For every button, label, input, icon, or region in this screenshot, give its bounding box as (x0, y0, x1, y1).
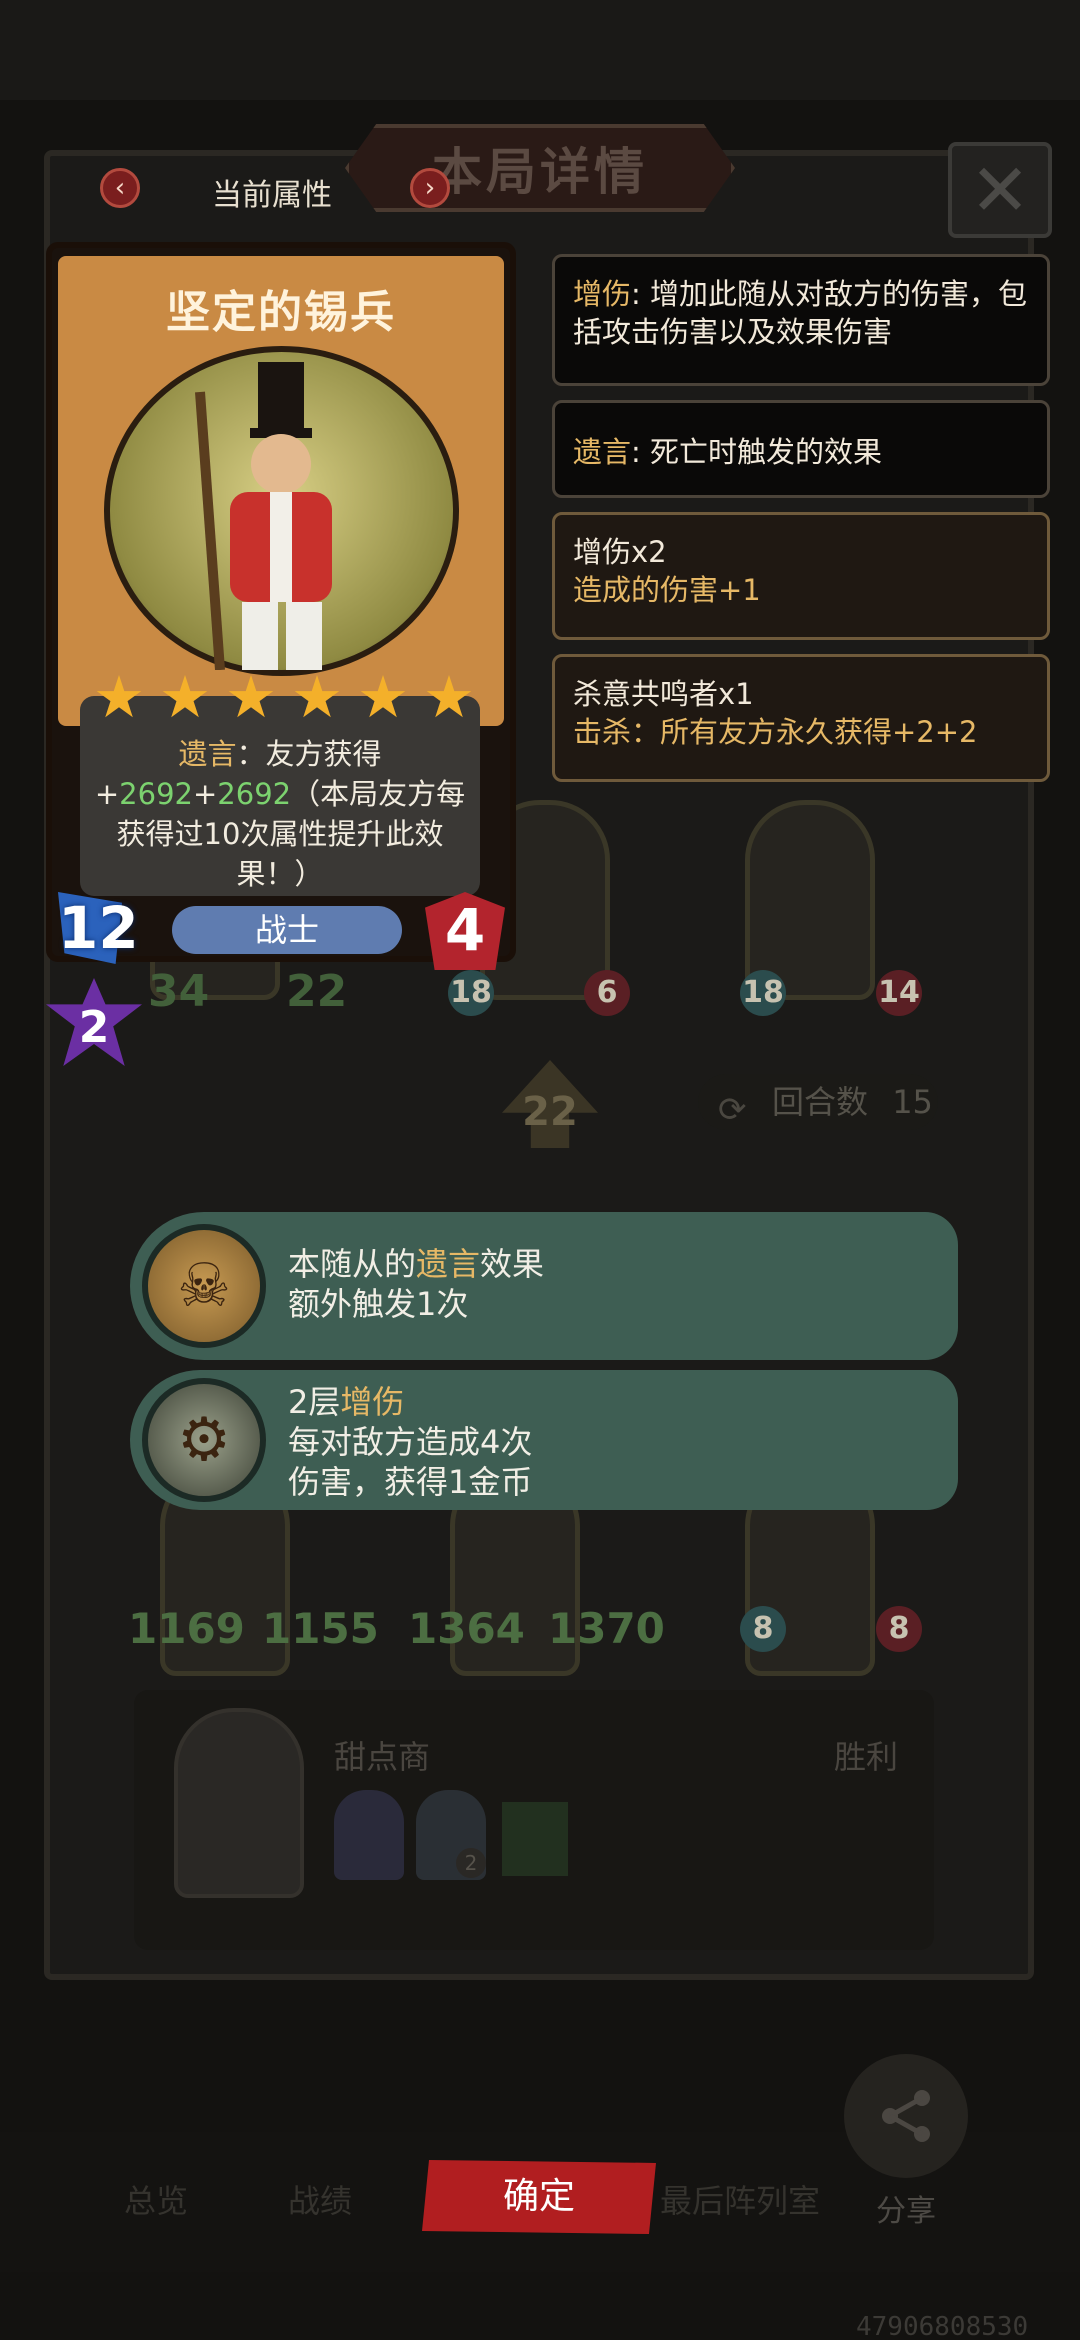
player-avatar (174, 1708, 304, 1898)
star-rating: ★ ★ ★ ★ ★ ★ (90, 668, 490, 726)
shop-level-badge: 22 (502, 1060, 598, 1148)
confirm-button[interactable]: 确定 (422, 2160, 656, 2234)
unit-portrait (104, 346, 459, 676)
star-icon: ★ (159, 663, 211, 731)
star-icon: ★ (291, 663, 343, 731)
player-id: 47906808530 (856, 2312, 1029, 2340)
unit-health: 22 (286, 966, 348, 1017)
nav-record-tab[interactable]: 战绩 (288, 2176, 352, 2222)
game-screen: 本局详情 ✕ ‹ 当前属性 › 34 22 18 6 18 14 22 ⟳ 回合… (0, 0, 1080, 2340)
popup-text: 本随从的 (288, 1245, 417, 1283)
nav-overview-tab[interactable]: 总览 (124, 2176, 188, 2222)
refresh-icon: ⟳ (718, 1090, 747, 1130)
cannon-icon: ⚙ (142, 1378, 266, 1502)
tin-soldier-illustration (195, 362, 332, 671)
unit-attack: 18 (740, 970, 786, 1016)
unit-name: 坚定的锡兵 (166, 287, 396, 338)
attack-badge: 12 (58, 892, 139, 964)
effect-popup: ☠ 本随从的遗言效果 额外触发1次 (130, 1212, 958, 1360)
popup-keyword: 遗言 (416, 1245, 481, 1283)
lineup-unit-badge: 2 (456, 1848, 486, 1878)
lineup-unit-thumb (334, 1790, 404, 1880)
skull-coin-icon: ☠ (142, 1224, 266, 1348)
tooltip-title: 杀意共鸣者x1 (573, 677, 754, 711)
tooltip-buff-stack: 增伤x2 造成的伤害+1 (552, 512, 1050, 640)
popup-keyword: 增伤 (340, 1383, 405, 1421)
unit-attack: 1169 (128, 1604, 245, 1653)
unit-detail-card: 坚定的锡兵 遗言：友方获得 +2692+2692（本局友方每获得过10次属性提升… (46, 242, 516, 970)
star-icon: ★ (423, 663, 475, 731)
match-result: 胜利 (834, 1738, 899, 1776)
share-button[interactable] (844, 2054, 968, 2178)
top-bar-background (0, 0, 1080, 100)
prev-arrow-button[interactable]: ‹ (100, 168, 140, 208)
ability-text: ：友方获得 (236, 737, 382, 771)
health-badge: 4 (420, 888, 510, 972)
tooltip-deathrattle: 遗言: 死亡时触发的效果 (552, 400, 1050, 498)
tier-star-badge: 2 (46, 978, 142, 1066)
book-icon (502, 1802, 568, 1876)
rounds-label: 回合数 (772, 1083, 869, 1121)
unit-health: 8 (876, 1606, 922, 1652)
close-icon: ✕ (969, 148, 1031, 232)
tooltip-text: 击杀：所有友方永久获得+2+2 (573, 715, 978, 749)
tooltip-text: : 死亡时触发的效果 (631, 435, 883, 469)
panel-title: 本局详情 (432, 143, 648, 201)
popup-text: 效果 (480, 1245, 545, 1283)
card-frame: 坚定的锡兵 (58, 256, 504, 726)
effect-popup: ⚙ 2层增伤 每对敌方造成4次 伤害，获得1金币 (130, 1370, 958, 1510)
share-label: 分享 (876, 2194, 936, 2229)
close-button[interactable]: ✕ (948, 142, 1052, 238)
unit-health: 1370 (548, 1604, 665, 1653)
nav-lineup-tab[interactable]: 最后阵列室 (660, 2176, 820, 2222)
rounds-counter: ⟳ 回合数 15 (698, 1074, 938, 1130)
popup-text: 额外触发1次 (288, 1285, 469, 1323)
unit-health: 14 (876, 970, 922, 1016)
star-icon: ★ (93, 663, 145, 731)
unit-attack: 8 (740, 1606, 786, 1652)
unit-attack: 1364 (408, 1604, 525, 1653)
ability-plus: + (94, 777, 120, 811)
attribute-selector: ‹ 当前属性 › (100, 168, 460, 213)
ability-attack-buff: 2692 (119, 777, 193, 811)
deathrattle-keyword: 遗言 (178, 737, 237, 771)
player-summary-row[interactable]: 甜点商 胜利 2 (134, 1690, 934, 1950)
tooltip-buff-stack: 杀意共鸣者x1 击杀：所有友方永久获得+2+2 (552, 654, 1050, 782)
popup-text: 每对敌方造成4次 (288, 1423, 533, 1461)
rounds-value: 15 (892, 1083, 933, 1121)
tooltip-title: 增伤x2 (573, 535, 667, 569)
keyword-tooltips: 增伤: 增加此随从对敌方的伤害，包括攻击伤害以及效果伤害 遗言: 死亡时触发的效… (552, 254, 1050, 796)
unit-attack: 18 (448, 970, 494, 1016)
share-icon (882, 2090, 930, 2142)
star-icon: ★ (225, 663, 277, 731)
unit-health: 1155 (262, 1604, 379, 1653)
tooltip-keyword: 遗言 (573, 435, 632, 469)
tooltip-keyword: 增伤 (573, 277, 632, 311)
unit-class-pill: 战士 (172, 906, 402, 954)
star-icon: ★ (357, 663, 409, 731)
popup-text: 伤害，获得1金币 (288, 1463, 533, 1501)
player-name: 甜点商 (334, 1738, 431, 1776)
unit-health: 6 (584, 970, 630, 1016)
tooltip-text: 造成的伤害+1 (573, 573, 761, 607)
tooltip-text: : 增加此随从对敌方的伤害，包括攻击伤害以及效果伤害 (573, 277, 1028, 349)
chevron-right-icon: › (424, 173, 436, 203)
attribute-mode-label: 当前属性 (212, 178, 332, 213)
chevron-left-icon: ‹ (114, 173, 126, 203)
tooltip-damage-boost: 增伤: 增加此随从对敌方的伤害，包括攻击伤害以及效果伤害 (552, 254, 1050, 386)
ability-plus: + (192, 777, 218, 811)
next-arrow-button[interactable]: › (410, 168, 450, 208)
unit-attack: 34 (148, 966, 210, 1017)
popup-text: 2层 (288, 1383, 341, 1421)
ability-health-buff: 2692 (217, 777, 292, 811)
